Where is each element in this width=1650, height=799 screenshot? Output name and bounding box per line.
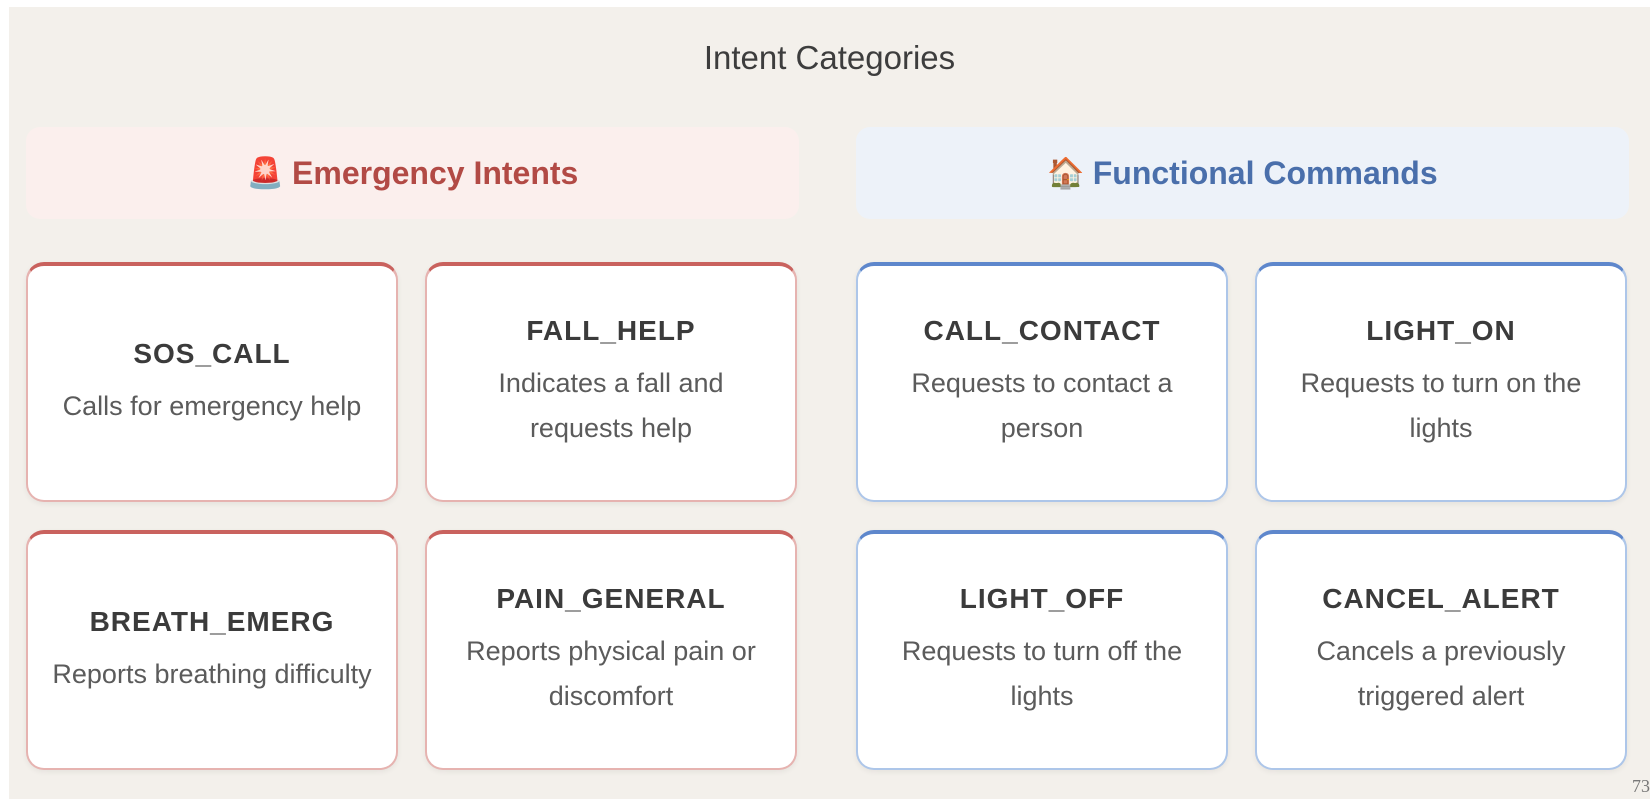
intent-name: PAIN_GENERAL (496, 583, 726, 614)
intent-card-breath-emerg: BREATH_EMERG Reports breathing difficult… (26, 530, 398, 770)
intent-card-cancel-alert: CANCEL_ALERT Cancels a previously trigge… (1255, 530, 1627, 770)
group-header-functional: 🏠 Functional Commands (856, 127, 1629, 219)
intent-description: Requests to turn off the lights (901, 636, 1183, 711)
intent-description: Reports breathing difficulty (52, 658, 372, 689)
intent-description: Reports physical pain or discomfort (466, 636, 756, 711)
intent-name: CALL_CONTACT (923, 315, 1161, 346)
house-icon: 🏠 (1047, 156, 1085, 190)
intent-name: CANCEL_ALERT (1322, 583, 1560, 614)
emergency-intents-group: 🚨 Emergency Intents SOS_CALL Calls for e… (26, 127, 799, 770)
intent-name: LIGHT_ON (1366, 315, 1516, 346)
card-grid: SOS_CALL Calls for emergency help FALL_H… (26, 262, 799, 770)
intent-name: BREATH_EMERG (89, 605, 335, 637)
intent-card-sos-call: SOS_CALL Calls for emergency help (26, 262, 398, 502)
intent-card-light-off: LIGHT_OFF Requests to turn off the light… (856, 530, 1228, 770)
intent-card-fall-help: FALL_HELP Indicates a fall and requests … (425, 262, 797, 502)
group-header-emergency: 🚨 Emergency Intents (26, 127, 799, 219)
intent-card-call-contact: CALL_CONTACT Requests to contact a perso… (856, 262, 1228, 502)
intent-description: Requests to contact a person (911, 368, 1173, 443)
intent-card-pain-general: PAIN_GENERAL Reports physical pain or di… (425, 530, 797, 770)
intent-name: SOS_CALL (133, 337, 291, 369)
page-title: Intent Categories (703, 39, 956, 76)
intent-description: Requests to turn on the lights (1300, 368, 1582, 443)
card-grid: CALL_CONTACT Requests to contact a perso… (856, 262, 1629, 770)
page-number: 73 (1632, 776, 1650, 796)
intent-description: Calls for emergency help (62, 390, 362, 421)
intent-name: LIGHT_OFF (959, 583, 1125, 614)
siren-icon: 🚨 (246, 156, 285, 190)
group-label: Functional Commands (1092, 154, 1438, 191)
intent-description: Indicates a fall and requests help (498, 368, 724, 443)
group-label: Emergency Intents (292, 154, 579, 191)
slide: Intent Categories 🚨 Emergency Intents SO… (9, 7, 1650, 799)
functional-commands-group: 🏠 Functional Commands CALL_CONTACT Reque… (856, 127, 1629, 770)
intent-card-light-on: LIGHT_ON Requests to turn on the lights (1255, 262, 1627, 502)
intent-name: FALL_HELP (526, 315, 696, 346)
intent-description: Cancels a previously triggered alert (1316, 636, 1566, 711)
